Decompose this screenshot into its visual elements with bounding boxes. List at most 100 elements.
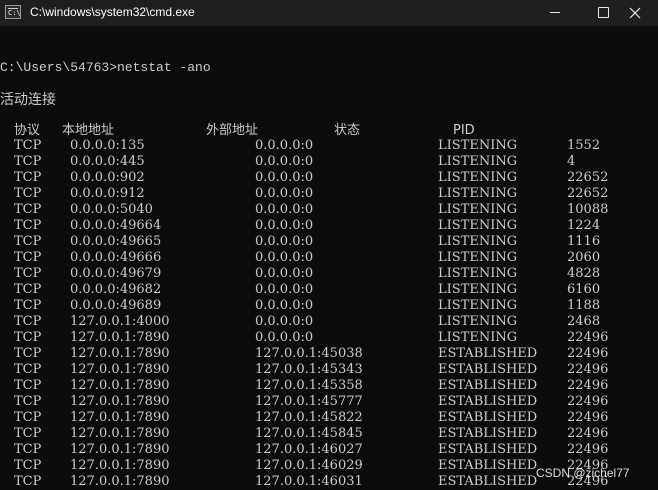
row-pid: 22496 [567,426,609,441]
row-proto: TCP [14,474,42,489]
row-local-address: 0.0.0.0:49679 [70,266,162,281]
row-local-address: 127.0.0.1:4000 [70,314,170,329]
row-proto: TCP [14,154,42,169]
row-local-address: 127.0.0.1:7890 [70,394,170,409]
row-pid: 10088 [567,202,609,217]
row-proto: TCP [14,266,42,281]
row-local-address: 127.0.0.1:7890 [70,442,170,457]
row-local-address: 0.0.0.0:49664 [70,218,162,233]
row-foreign-address: 0.0.0.0:0 [255,202,314,217]
row-state: LISTENING [438,266,518,281]
cmd-icon: C:\ [5,5,21,19]
row-proto: TCP [14,394,42,409]
close-icon[interactable] [612,0,658,26]
table-row: TCP 127.0.0.1:7890 127.0.0.1:46027 ESTABLIS… [0,442,658,458]
row-foreign-address: 127.0.0.1:46031 [255,474,363,489]
table-row: TCP 127.0.0.1:7890 127.0.0.1:45845 ESTABLIS… [0,426,658,442]
row-proto: TCP [14,442,42,457]
row-state: LISTENING [438,218,518,233]
row-pid: 22652 [567,186,609,201]
table-row: TCP 0.0.0.0:49679 0.0.0.0:0 LISTENING 4828 [0,266,658,282]
row-state: ESTABLISHED [438,474,538,489]
row-proto: TCP [14,314,42,329]
row-foreign-address: 127.0.0.1:46029 [255,458,363,473]
row-state: ESTABLISHED [438,346,538,361]
header-state: 状态 [334,123,361,138]
row-state: ESTABLISHED [438,458,538,473]
row-foreign-address: 0.0.0.0:0 [255,250,314,265]
cmd-icon-text: C:\ [8,9,21,17]
row-proto: TCP [14,426,42,441]
row-proto: TCP [14,362,42,377]
table-row: TCP 0.0.0.0:49682 0.0.0.0:0 LISTENING 6160 [0,282,658,298]
row-foreign-address: 0.0.0.0:0 [255,266,314,281]
row-local-address: 127.0.0.1:7890 [70,426,170,441]
row-foreign-address: 127.0.0.1:45822 [255,410,363,425]
row-state: ESTABLISHED [438,378,538,393]
row-foreign-address: 0.0.0.0:0 [255,154,314,169]
row-foreign-address: 0.0.0.0:0 [255,298,314,313]
row-local-address: 0.0.0.0:912 [70,186,145,201]
row-foreign-address: 127.0.0.1:45777 [255,394,363,409]
row-pid: 1188 [567,298,601,313]
row-state: LISTENING [438,250,518,265]
row-state: LISTENING [438,202,518,217]
row-local-address: 127.0.0.1:7890 [70,410,170,425]
row-state: LISTENING [438,298,518,313]
terminal-output[interactable]: C:\Users\54763>netstat -ano 活动连接 协议 本地地址… [0,26,658,490]
table-row: TCP 127.0.0.1:7890 127.0.0.1:45343 ESTABLIS… [0,362,658,378]
row-pid: 22496 [567,346,609,361]
row-local-address: 127.0.0.1:7890 [70,474,170,489]
row-local-address: 0.0.0.0:5040 [70,202,153,217]
row-state: LISTENING [438,330,518,345]
row-proto: TCP [14,378,42,393]
table-row: TCP 0.0.0.0:445 0.0.0.0:0 LISTENING 4 [0,154,658,170]
row-state: LISTENING [438,186,518,201]
minimize-icon[interactable] [531,0,577,26]
row-state: LISTENING [438,138,518,153]
row-proto: TCP [14,282,42,297]
cmd-window: C:\ C:\windows\system32\cmd.exe C:\Users… [0,0,658,490]
row-foreign-address: 0.0.0.0:0 [255,218,314,233]
row-pid: 22496 [567,330,609,345]
row-local-address: 0.0.0.0:49665 [70,234,162,249]
row-pid: 22496 [567,442,609,457]
title-bar[interactable]: C:\ C:\windows\system32\cmd.exe [0,0,658,26]
header-foreign-address: 外部地址 [206,123,259,138]
row-pid: 2468 [567,314,601,329]
row-pid: 2060 [567,250,601,265]
header-pid: PID [453,123,475,138]
table-row: TCP 127.0.0.1:7890 127.0.0.1:45777 ESTABLIS… [0,394,658,410]
table-row: TCP 0.0.0.0:5040 0.0.0.0:0 LISTENING 10088 [0,202,658,218]
row-proto: TCP [14,218,42,233]
row-foreign-address: 0.0.0.0:0 [255,314,314,329]
row-pid: 22496 [567,410,609,425]
row-proto: TCP [14,202,42,217]
table-row: TCP 127.0.0.1:7890 127.0.0.1:45358 ESTABLIS… [0,378,658,394]
row-local-address: 127.0.0.1:7890 [70,362,170,377]
window-title: C:\windows\system32\cmd.exe [30,5,195,19]
row-foreign-address: 0.0.0.0:0 [255,170,314,185]
command-line: C:\Users\54763>netstat -ano [0,60,211,75]
row-proto: TCP [14,138,42,153]
connection-table: TCP 0.0.0.0:135 0.0.0.0:0 LISTENING 1552 TCP 0… [0,138,658,490]
row-local-address: 127.0.0.1:7890 [70,346,170,361]
row-state: LISTENING [438,234,518,249]
row-foreign-address: 127.0.0.1:45343 [255,362,363,377]
row-pid: 1116 [567,234,601,249]
row-foreign-address: 127.0.0.1:45845 [255,426,363,441]
row-state: LISTENING [438,282,518,297]
row-pid: 22496 [567,394,609,409]
table-row: TCP 0.0.0.0:902 0.0.0.0:0 LISTENING 22652 [0,170,658,186]
row-proto: TCP [14,170,42,185]
header-proto: 协议 [14,123,41,138]
row-pid: 22496 [567,362,609,377]
row-proto: TCP [14,330,42,345]
row-pid: 1224 [567,218,601,233]
table-row: TCP 0.0.0.0:912 0.0.0.0:0 LISTENING 22652 [0,186,658,202]
row-local-address: 127.0.0.1:7890 [70,378,170,393]
row-foreign-address: 0.0.0.0:0 [255,282,314,297]
table-row: TCP 127.0.0.1:4000 0.0.0.0:0 LISTENING 2468 [0,314,658,330]
row-foreign-address: 127.0.0.1:45358 [255,378,363,393]
row-pid: 1552 [567,138,601,153]
